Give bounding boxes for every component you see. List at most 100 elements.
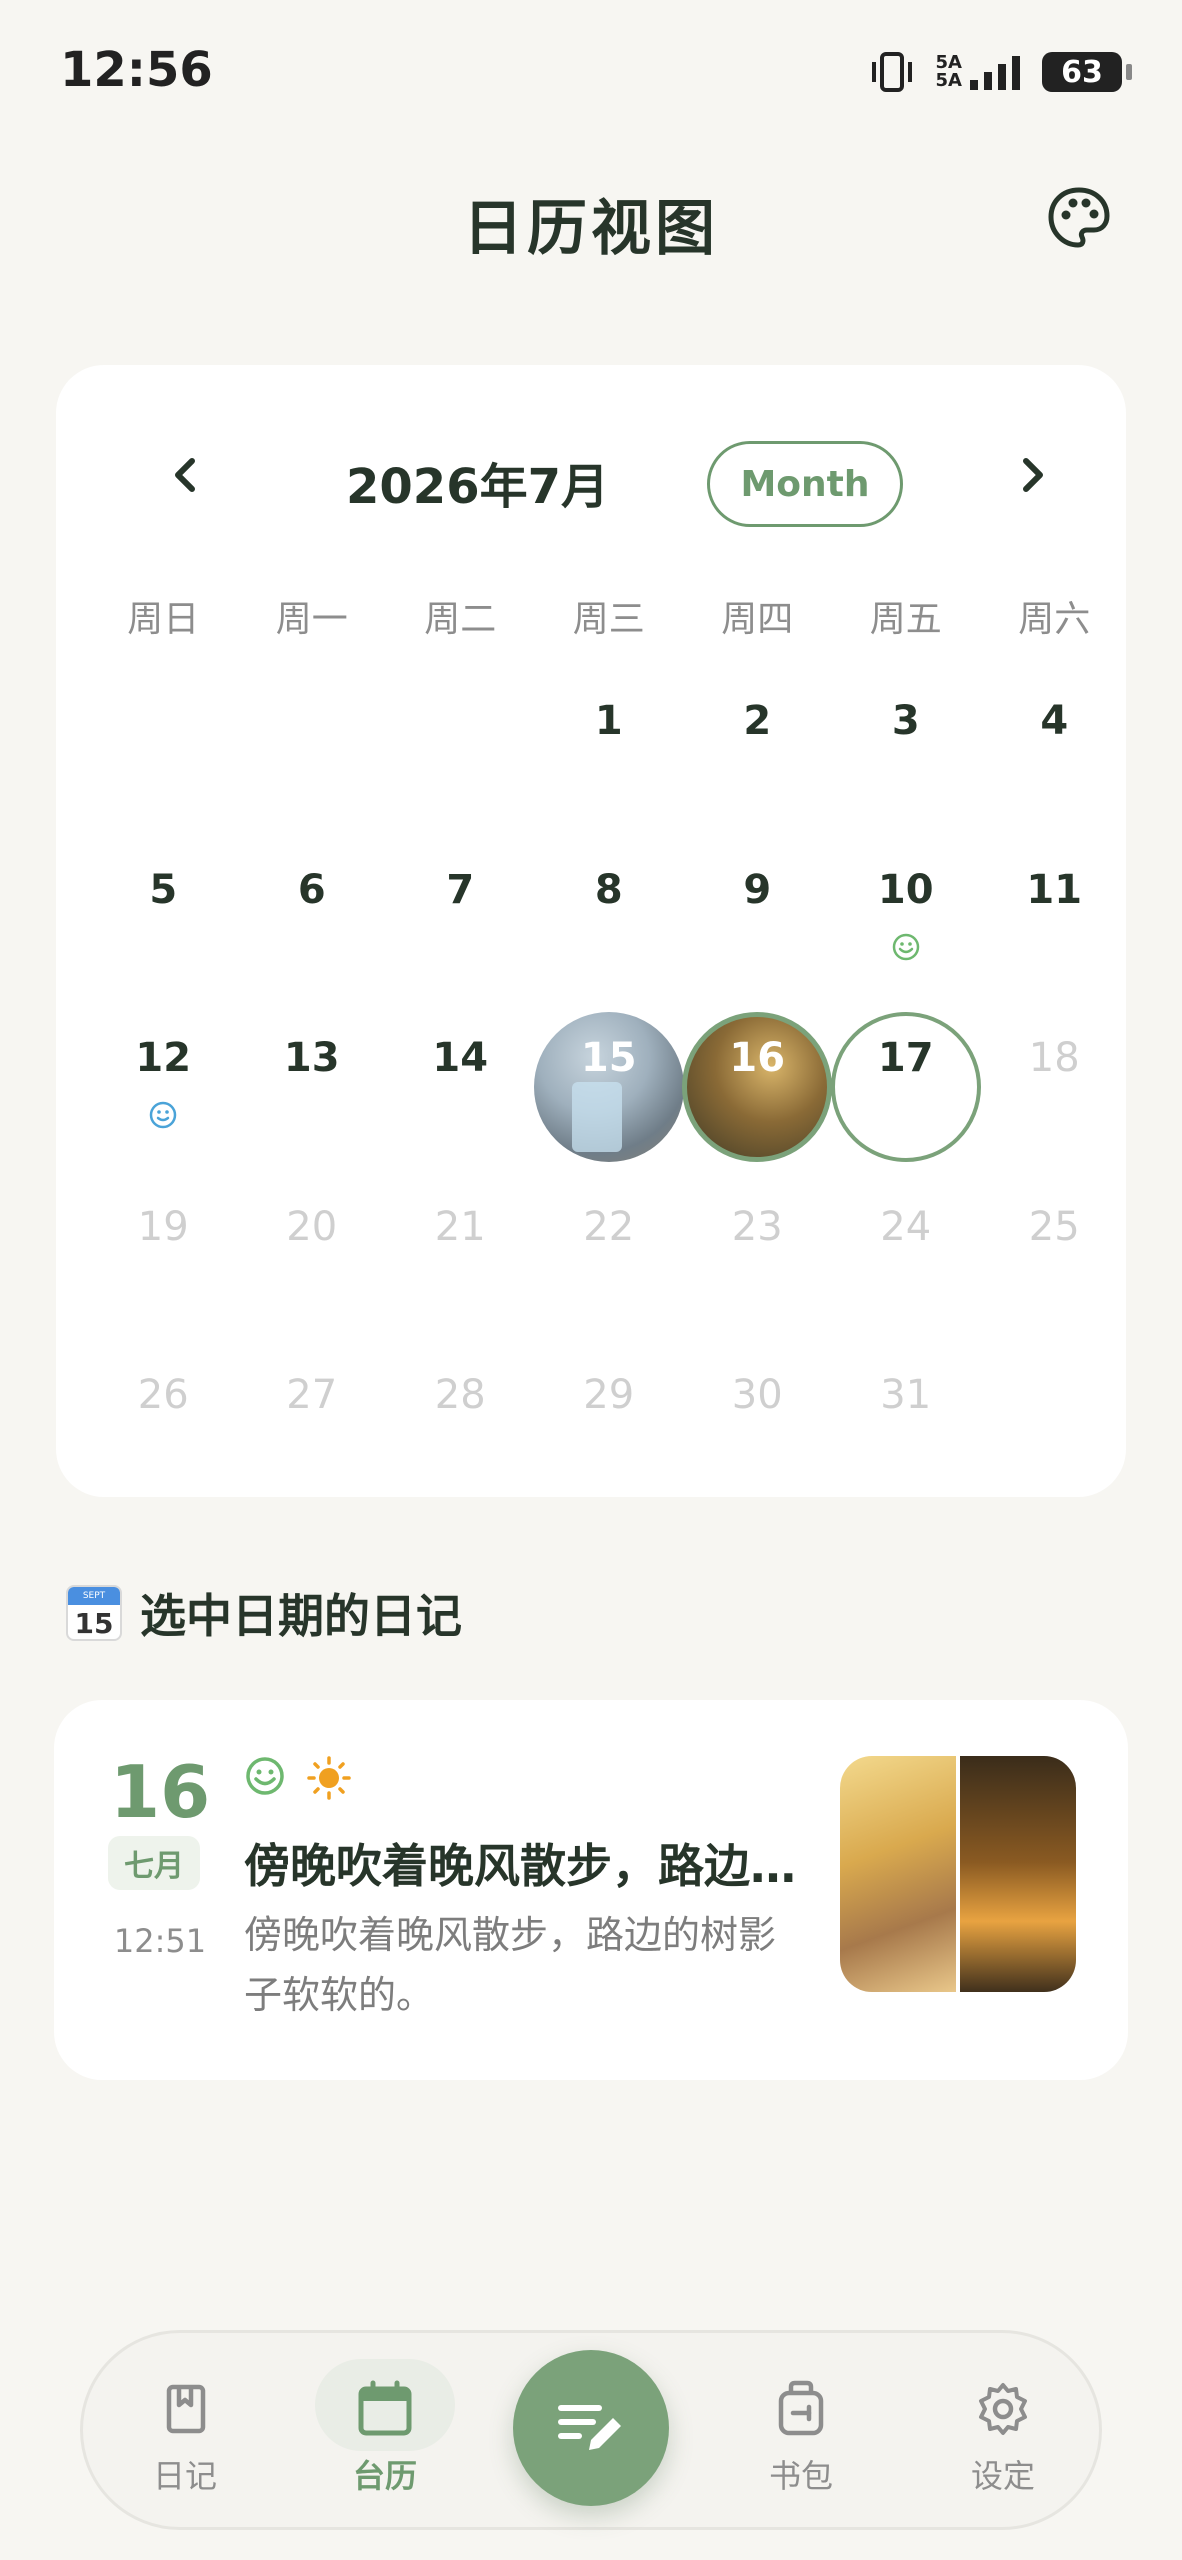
day-cell-future: 20 <box>238 1169 387 1338</box>
day-cell-today[interactable]: 17 <box>830 1000 981 1169</box>
day-cell[interactable]: 14 <box>386 1000 535 1169</box>
day-number: 13 <box>283 1035 340 1081</box>
day-cell[interactable]: 6 <box>238 832 387 1001</box>
day-cell-future: 19 <box>89 1169 238 1338</box>
entry-month-badge: 七月 <box>108 1836 200 1890</box>
day-cell[interactable]: 9 <box>683 832 832 1001</box>
entry-photo <box>960 1756 1076 1992</box>
nav-calendar[interactable]: 台历 <box>315 2333 455 2533</box>
calendar-emoji-icon: SEPT 15 <box>66 1585 122 1641</box>
empty-day-cell <box>386 663 535 832</box>
day-cell-selected[interactable]: 16 <box>682 1000 833 1169</box>
gear-icon <box>979 2383 1027 2435</box>
day-cell-future: 26 <box>89 1337 238 1506</box>
chevron-right-icon <box>1023 458 1043 492</box>
nav-diary[interactable]: 日记 <box>115 2333 255 2533</box>
empty-day-cell <box>238 663 387 832</box>
day-cell-future: 18 <box>980 1000 1129 1169</box>
diary-entry-card[interactable]: 16 七月 12:51 傍晚吹着晚风散步，路边的树影子软软的。 傍晚吹着晚风散步… <box>54 1700 1128 2080</box>
palette-button[interactable] <box>1046 185 1112 251</box>
entry-status-icons <box>244 1755 352 1801</box>
day-number: 22 <box>583 1203 635 1250</box>
day-number: 21 <box>434 1203 486 1250</box>
day-number: 9 <box>743 866 772 913</box>
nav-label: 日记 <box>152 2457 217 2495</box>
day-number: 26 <box>137 1372 189 1418</box>
weekday-label: 周六 <box>1018 599 1091 640</box>
nav-settings[interactable]: 设定 <box>933 2333 1073 2533</box>
day-number: 16 <box>729 1035 786 1081</box>
day-cell-future: 27 <box>238 1337 387 1506</box>
day-number: 14 <box>432 1035 489 1081</box>
next-month-button[interactable] <box>1002 445 1062 505</box>
weekday-header: 周日 周一 周二 周三 周四 周五 周六 <box>89 590 1129 642</box>
day-number: 27 <box>286 1372 338 1418</box>
day-number: 6 <box>297 866 326 913</box>
day-number: 5 <box>149 866 178 913</box>
nav-bag[interactable]: 书包 <box>731 2333 871 2533</box>
day-cell-future: 22 <box>535 1169 684 1338</box>
day-cell[interactable]: 8 <box>535 832 684 1001</box>
new-entry-button[interactable] <box>513 2350 669 2506</box>
day-number: 17 <box>877 1035 934 1081</box>
weekday-label: 周五 <box>869 599 942 640</box>
day-cell-future: 24 <box>832 1169 981 1338</box>
day-cell-future: 31 <box>832 1337 981 1506</box>
day-number: 24 <box>880 1203 932 1250</box>
day-number: 2 <box>743 698 772 744</box>
day-cell[interactable]: 4 <box>980 663 1129 832</box>
calendar-card: 2026年7月 Month 周日 周一 周二 周三 周四 周五 周六 1 2 3… <box>56 365 1126 1497</box>
day-cell[interactable]: 7 <box>386 832 535 1001</box>
battery-level: 63 <box>1061 54 1103 90</box>
signal-indicator: 5A 5A <box>936 52 1024 92</box>
backpack-icon <box>778 2380 824 2436</box>
day-number: 4 <box>1040 698 1069 744</box>
day-cell-with-photo[interactable]: 15 <box>533 1000 684 1169</box>
entry-photo <box>840 1756 956 1992</box>
day-number: 1 <box>594 698 623 744</box>
entry-preview: 傍晚吹着晚风散步，路边的树影子软软的。 <box>244 1913 777 2017</box>
day-number: 18 <box>1028 1035 1080 1081</box>
day-number: 23 <box>731 1203 783 1250</box>
battery-indicator: 63 <box>1042 52 1132 92</box>
status-bar: 12:56 5A 5A 63 <box>0 0 1182 150</box>
day-number: 10 <box>877 866 934 913</box>
day-cell[interactable]: 1 <box>535 663 684 832</box>
entry-title: 傍晚吹着晚风散步，路边的树影子软软的。 <box>244 1839 804 1893</box>
nav-label: 台历 <box>352 2457 417 2495</box>
happy-mood-icon <box>892 933 919 960</box>
day-cell[interactable]: 12 <box>89 1000 238 1169</box>
page-title: 日历视图 <box>463 194 719 264</box>
day-number: 11 <box>1026 866 1083 913</box>
weekday-label: 周二 <box>424 599 497 640</box>
nav-label: 书包 <box>768 2457 833 2495</box>
compose-icon <box>558 2405 621 2450</box>
day-number: 25 <box>1028 1203 1080 1250</box>
day-number: 8 <box>594 866 623 913</box>
day-cell[interactable]: 13 <box>238 1000 387 1169</box>
month-mode-button[interactable]: Month <box>707 441 903 527</box>
empty-day-cell <box>980 1337 1129 1506</box>
day-number: 3 <box>891 698 920 744</box>
day-number: 31 <box>880 1372 932 1418</box>
calm-mood-icon <box>150 1101 177 1129</box>
day-cell[interactable]: 3 <box>832 663 981 832</box>
signal-bars-icon <box>970 56 1020 90</box>
weekday-label: 周日 <box>127 599 200 640</box>
day-cell-future: 30 <box>683 1337 832 1506</box>
calendar-emoji-month: SEPT <box>82 1591 106 1601</box>
weekday-label: 周四 <box>721 599 794 640</box>
day-number: 30 <box>731 1372 783 1418</box>
day-number: 29 <box>583 1372 635 1418</box>
calendar-emoji-day: 15 <box>74 1607 114 1640</box>
calendar-icon <box>358 2380 412 2436</box>
status-icons: 5A 5A 63 <box>866 50 1132 94</box>
month-label: 2026年7月 <box>346 459 609 515</box>
day-cell[interactable]: 2 <box>683 663 832 832</box>
prev-month-button[interactable] <box>156 445 216 505</box>
day-cell[interactable]: 5 <box>89 832 238 1001</box>
day-number: 28 <box>434 1372 486 1418</box>
day-cell[interactable]: 10 <box>832 832 981 1001</box>
vibrate-icon <box>871 52 912 92</box>
day-cell[interactable]: 11 <box>980 832 1129 1001</box>
